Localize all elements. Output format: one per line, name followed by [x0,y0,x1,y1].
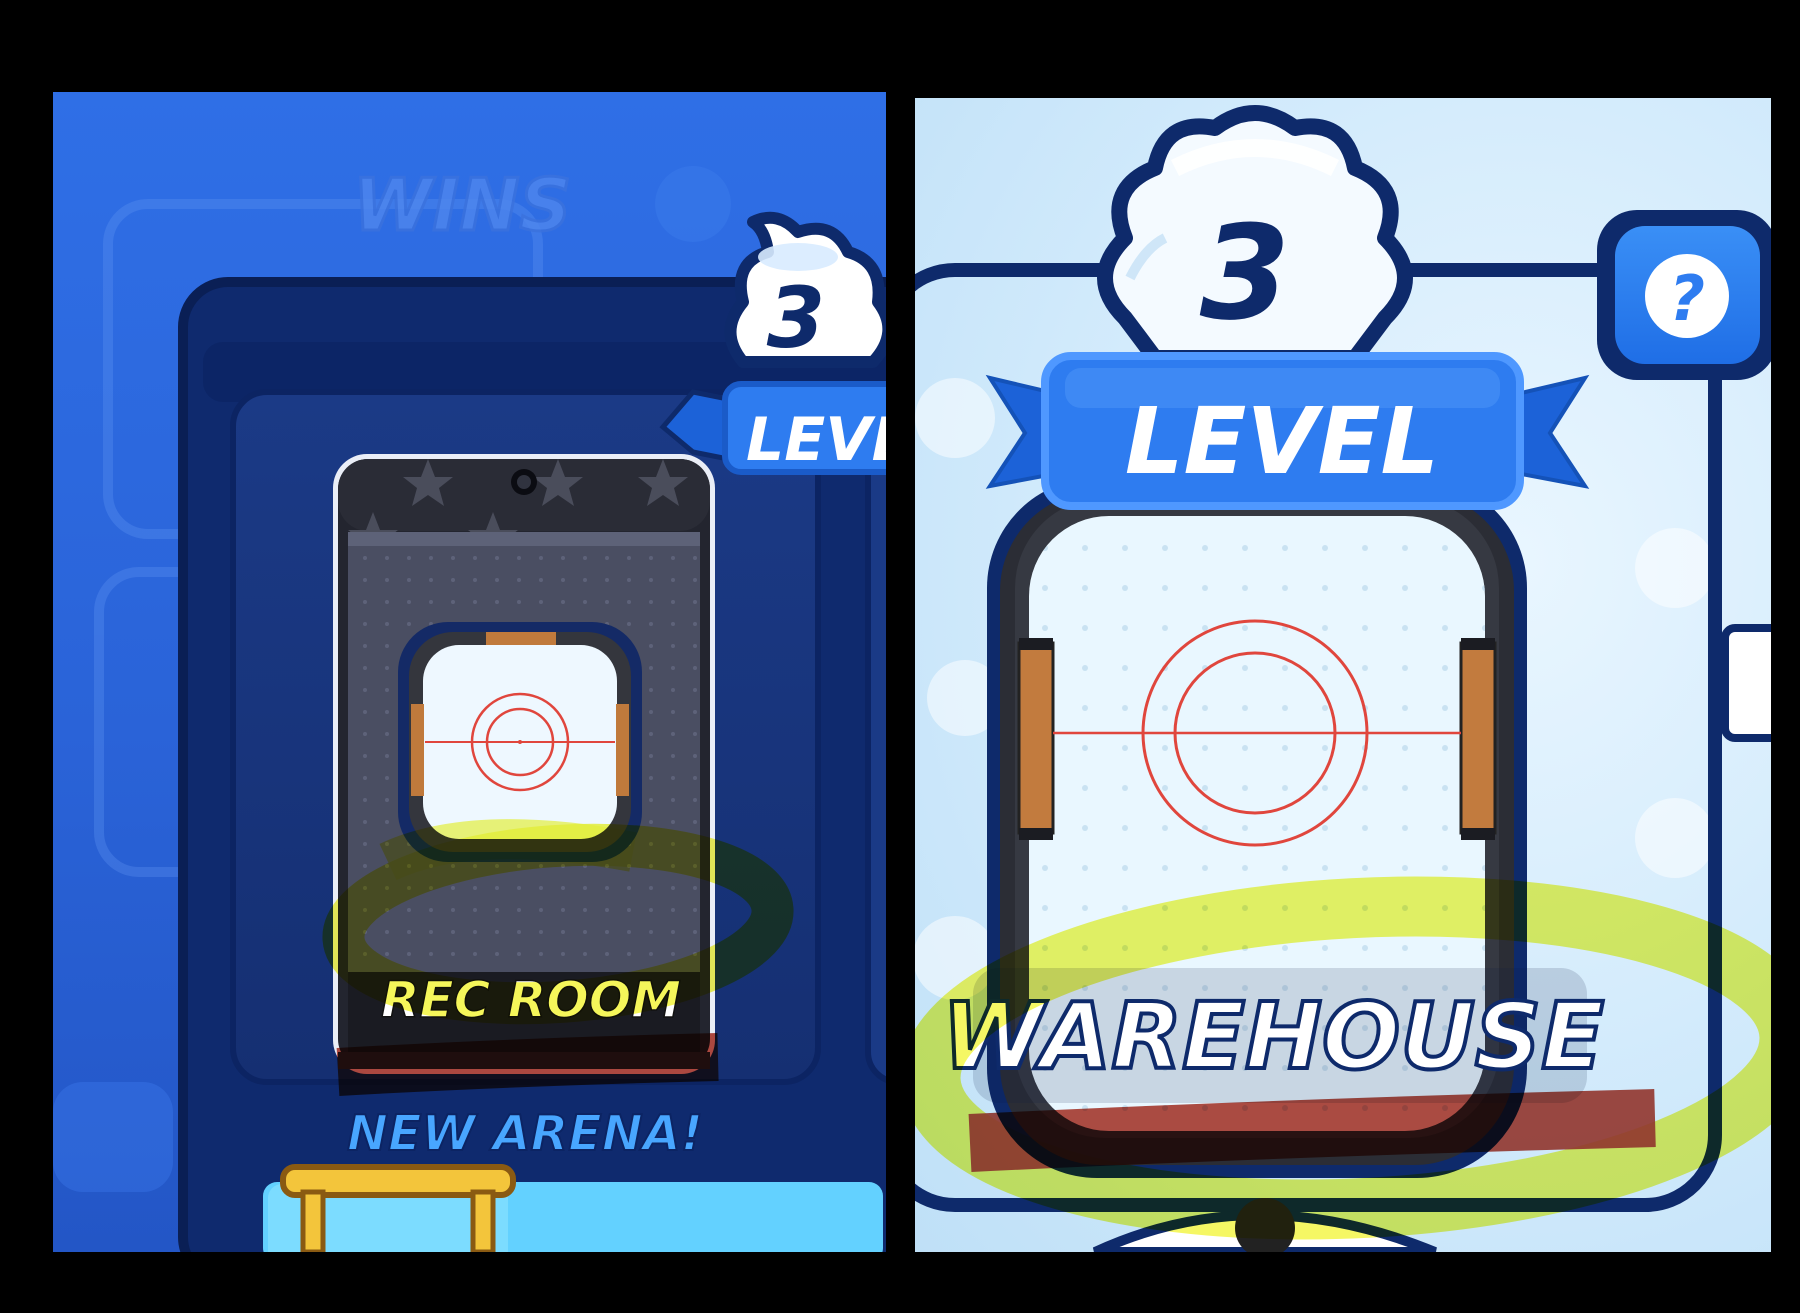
wins-label: WINS [353,163,571,247]
level-label: LEVEL [1125,388,1439,495]
left-screenshot: WINS REC ROOM NEW ARENA! 3 LEV [53,92,886,1252]
help-symbol: ? [1669,262,1705,335]
new-arena-label: NEW ARENA! [347,1105,703,1162]
level-number: 3 [1200,197,1290,349]
right-screenshot: 3 LEVEL ? WAREHOUSE [915,98,1771,1252]
level-label: LEVEL [746,405,886,475]
help-button[interactable]: ? [1597,210,1771,380]
left-scene: WINS REC ROOM NEW ARENA! 3 LEV [53,162,886,1252]
right-scene: 3 LEVEL ? WAREHOUSE [915,105,1771,1252]
level-number: 3 [767,269,825,367]
